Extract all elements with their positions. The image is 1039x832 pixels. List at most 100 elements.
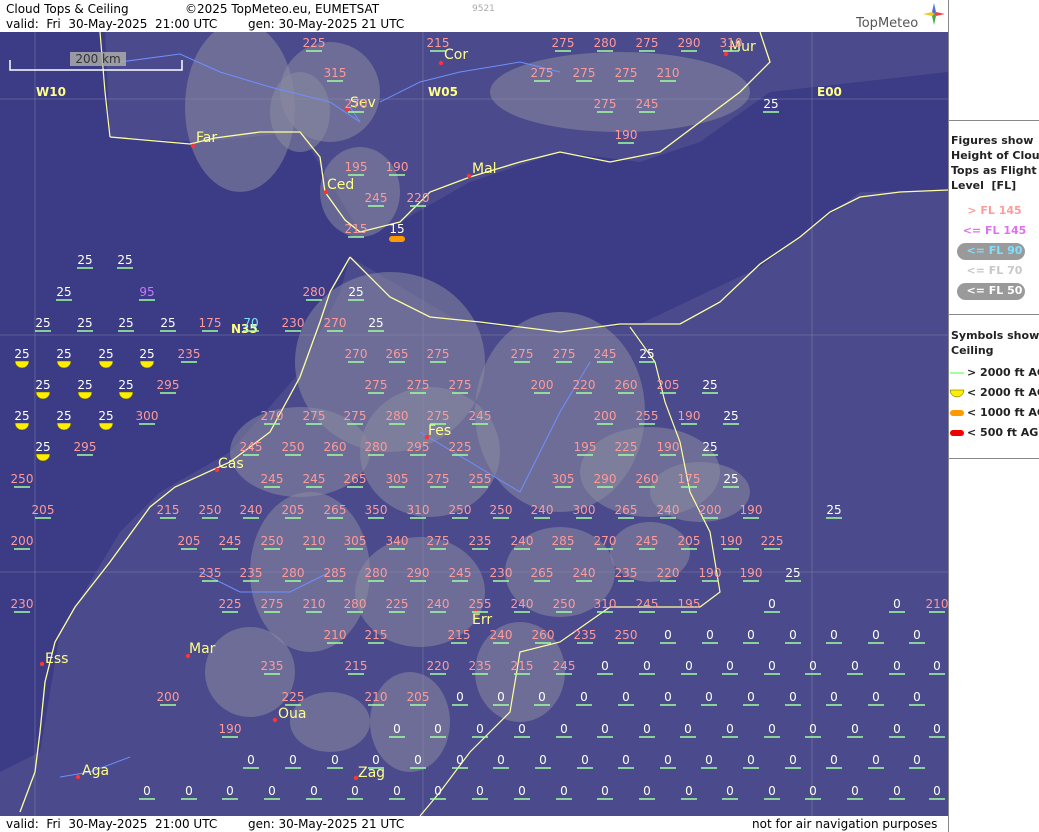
cloud-top-value: 280 — [365, 566, 388, 580]
cloud-top-value: 210 — [324, 628, 347, 642]
cloud-top-value: 200 — [699, 503, 722, 517]
legend-ceiling-row: < 500 ft AGL — [949, 425, 1039, 441]
cloud-top-value: 310 — [407, 503, 430, 517]
cloud-top-value: 0 — [581, 753, 589, 767]
cloud-top-value: 245 — [636, 97, 659, 111]
cloud-top-value: 0 — [622, 753, 630, 767]
ceiling-symbol — [389, 236, 405, 242]
cloud-top-value: 0 — [643, 722, 651, 736]
cloud-top-value: 265 — [615, 503, 638, 517]
cloud-top-value: 215 — [448, 628, 471, 642]
cloud-top-value: 270 — [345, 97, 368, 111]
cloud-top-value: 235 — [199, 566, 222, 580]
city-dot — [190, 143, 196, 149]
cloud-top-value: 15 — [389, 222, 404, 236]
cloud-top-value: 250 — [449, 503, 472, 517]
cloud-top-value: 280 — [365, 440, 388, 454]
cloud-top-value: 25 — [56, 285, 71, 299]
legend-ceiling-label: > 2000 ft AGL — [967, 366, 1039, 379]
cloud-top-value: 0 — [851, 722, 859, 736]
cloud-top-value: 220 — [427, 659, 450, 673]
grid-coordinate-label: W05 — [428, 85, 458, 99]
cloud-top-value: 225 — [282, 690, 305, 704]
cloud-top-value: 0 — [560, 722, 568, 736]
cloud-top-value: 0 — [643, 784, 651, 798]
cloud-top-value: 270 — [594, 534, 617, 548]
cloud-top-value: 0 — [643, 659, 651, 673]
cloud-top-value: 0 — [226, 784, 234, 798]
cloud-top-value: 225 — [761, 534, 784, 548]
cloud-top-value: 0 — [580, 690, 588, 704]
cloud-top-value: 0 — [476, 784, 484, 798]
cloud-top-value: 0 — [809, 659, 817, 673]
cloud-top-value: 0 — [809, 784, 817, 798]
legend-ceiling-row: < 1000 ft AGL — [949, 405, 1039, 421]
cloud-top-value: 290 — [678, 36, 701, 50]
cloud-top-value: 275 — [365, 378, 388, 392]
cloud-top-value: 235 — [615, 566, 638, 580]
cloud-top-value: 235 — [178, 347, 201, 361]
cloud-top-value: 0 — [143, 784, 151, 798]
cloud-top-value: 0 — [893, 597, 901, 611]
city-label: Far — [196, 130, 217, 146]
cloud-top-value: 245 — [219, 534, 242, 548]
cloud-top-value: 0 — [601, 722, 609, 736]
cloud-top-value: 240 — [657, 503, 680, 517]
cloud-top-value: 200 — [531, 378, 554, 392]
cloud-top-value: 245 — [636, 597, 659, 611]
cloud-top-value: 0 — [893, 722, 901, 736]
cloud-top-value: 225 — [219, 597, 242, 611]
cloud-top-value: 0 — [872, 753, 880, 767]
cloud-top-value: 205 — [678, 534, 701, 548]
cloud-top-value: 70 — [243, 316, 258, 330]
cloud-top-value: 195 — [345, 160, 368, 174]
city-label: Mal — [472, 161, 497, 177]
cloud-top-value: 215 — [427, 36, 450, 50]
cloud-top-value: 0 — [684, 722, 692, 736]
cloud-top-value: 25 — [14, 347, 29, 361]
cloud-top-value: 215 — [345, 659, 368, 673]
cloud-top-value: 280 — [386, 409, 409, 423]
cloud-top-value: 275 — [427, 534, 450, 548]
scale-bar-label: 200 km — [75, 52, 120, 66]
footer-valid: valid: Fri 30-May-2025 21:00 UTC — [6, 817, 218, 831]
cloud-top-value: 250 — [282, 440, 305, 454]
city-dot — [272, 717, 278, 723]
cloud-top-value: 230 — [490, 566, 513, 580]
legend-ceiling-label: < 1000 ft AGL — [967, 406, 1039, 419]
cloud-top-value: 0 — [456, 753, 464, 767]
cloud-top-value: 275 — [636, 36, 659, 50]
legend-flight-level: > FL 145 — [967, 204, 1022, 217]
cloud-top-value: 295 — [74, 440, 97, 454]
copyright-text: ©2025 TopMeteo.eu, EUMETSAT — [185, 2, 380, 16]
cloud-top-value: 225 — [386, 597, 409, 611]
cloud-top-value: 0 — [497, 753, 505, 767]
cloud-top-value: 255 — [469, 597, 492, 611]
cloud-top-value: 0 — [185, 784, 193, 798]
cloud-top-value: 215 — [511, 659, 534, 673]
footer-bar: valid: Fri 30-May-2025 21:00 UTC gen: 30… — [0, 816, 948, 832]
cloud-top-value: 0 — [393, 722, 401, 736]
cloud-top-value: 210 — [365, 690, 388, 704]
city-label: Aga — [82, 763, 109, 779]
cloud-top-value: 0 — [830, 753, 838, 767]
cloud-top-value: 190 — [740, 503, 763, 517]
cloud-top-value: 25 — [639, 347, 654, 361]
city-label: Ess — [45, 651, 68, 667]
cloud-top-value: 200 — [594, 409, 617, 423]
cloud-top-value: 260 — [532, 628, 555, 642]
cloud-top-value: 250 — [553, 597, 576, 611]
cloud-top-value: 265 — [386, 347, 409, 361]
city-label: Ced — [327, 177, 354, 193]
cloud-top-value: 245 — [594, 347, 617, 361]
cloud-top-value: 275 — [407, 378, 430, 392]
cloud-top-value: 190 — [699, 566, 722, 580]
cloud-top-value: 275 — [427, 347, 450, 361]
cloud-top-value: 0 — [685, 659, 693, 673]
cloud-top-value: 25 — [98, 409, 113, 423]
cloud-top-value: 0 — [726, 659, 734, 673]
map-canvas: 200 kmW10 W05 E00N35Cor MurSevFarMalCedFesC… — [0, 22, 948, 817]
legend-ceiling-label: < 2000 ft AGL — [967, 386, 1039, 399]
cloud-top-value: 280 — [282, 566, 305, 580]
legend-ceiling-label: < 500 ft AGL — [967, 426, 1039, 439]
